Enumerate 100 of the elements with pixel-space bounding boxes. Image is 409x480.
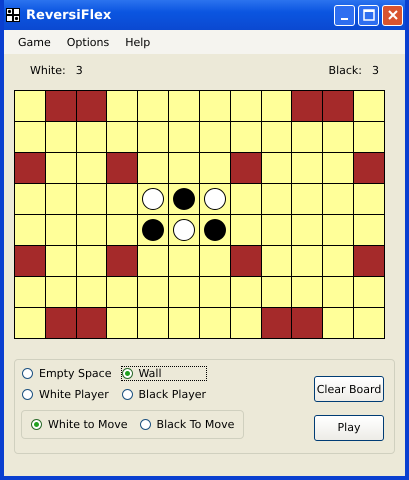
board-cell[interactable] bbox=[107, 246, 138, 276]
board-cell[interactable] bbox=[292, 308, 322, 338]
board-cell[interactable] bbox=[292, 122, 322, 152]
board-cell[interactable] bbox=[138, 184, 168, 214]
board-cell[interactable] bbox=[15, 153, 45, 183]
board-cell[interactable] bbox=[15, 246, 45, 276]
board-cell[interactable] bbox=[46, 246, 76, 276]
menu-item[interactable]: Options bbox=[60, 36, 116, 48]
board-cell[interactable] bbox=[107, 277, 138, 307]
board-cell[interactable] bbox=[354, 308, 384, 338]
board-cell[interactable] bbox=[76, 246, 106, 276]
board-cell[interactable] bbox=[323, 215, 354, 245]
board-cell[interactable] bbox=[200, 215, 230, 245]
board-cell[interactable] bbox=[292, 277, 322, 307]
board-cell[interactable] bbox=[230, 153, 261, 183]
board-cell[interactable] bbox=[138, 246, 168, 276]
board-cell[interactable] bbox=[46, 308, 76, 338]
board-cell[interactable] bbox=[15, 91, 45, 121]
board-cell[interactable] bbox=[15, 308, 45, 338]
board-cell[interactable] bbox=[230, 246, 261, 276]
board-cell[interactable] bbox=[292, 153, 322, 183]
board-cell[interactable] bbox=[200, 277, 230, 307]
board-cell[interactable] bbox=[262, 184, 292, 214]
board-cell[interactable] bbox=[15, 215, 45, 245]
board-cell[interactable] bbox=[200, 122, 230, 152]
menu-item[interactable]: Game bbox=[12, 36, 57, 48]
board-cell[interactable] bbox=[76, 308, 106, 338]
board-cell[interactable] bbox=[169, 246, 199, 276]
board-cell[interactable] bbox=[169, 122, 199, 152]
board-cell[interactable] bbox=[46, 277, 76, 307]
board-cell[interactable] bbox=[169, 91, 199, 121]
board-cell[interactable] bbox=[354, 122, 384, 152]
board-cell[interactable] bbox=[76, 184, 106, 214]
board-cell[interactable] bbox=[46, 91, 76, 121]
board-cell[interactable] bbox=[15, 184, 45, 214]
board-cell[interactable] bbox=[262, 215, 292, 245]
board-cell[interactable] bbox=[46, 122, 76, 152]
board-cell[interactable] bbox=[169, 184, 199, 214]
board-cell[interactable] bbox=[200, 246, 230, 276]
board-cell[interactable] bbox=[169, 153, 199, 183]
board-cell[interactable] bbox=[15, 122, 45, 152]
board-cell[interactable] bbox=[262, 308, 292, 338]
board-cell[interactable] bbox=[107, 184, 138, 214]
board-cell[interactable] bbox=[262, 277, 292, 307]
radio-option[interactable]: Wall bbox=[120, 366, 207, 381]
board-cell[interactable] bbox=[76, 277, 106, 307]
board-cell[interactable] bbox=[354, 153, 384, 183]
board-cell[interactable] bbox=[292, 246, 322, 276]
board-cell[interactable] bbox=[46, 184, 76, 214]
board-cell[interactable] bbox=[262, 246, 292, 276]
radio-option[interactable]: White Player bbox=[21, 387, 112, 402]
board-cell[interactable] bbox=[292, 91, 322, 121]
board-cell[interactable] bbox=[323, 91, 354, 121]
board-cell[interactable] bbox=[76, 91, 106, 121]
board-cell[interactable] bbox=[323, 246, 354, 276]
board-cell[interactable] bbox=[15, 277, 45, 307]
board-cell[interactable] bbox=[76, 215, 106, 245]
action-button[interactable]: Play bbox=[314, 414, 384, 441]
board-cell[interactable] bbox=[200, 91, 230, 121]
board-cell[interactable] bbox=[138, 277, 168, 307]
board-cell[interactable] bbox=[230, 91, 261, 121]
board-cell[interactable] bbox=[292, 184, 322, 214]
board-cell[interactable] bbox=[323, 122, 354, 152]
board-cell[interactable] bbox=[107, 153, 138, 183]
board-cell[interactable] bbox=[354, 277, 384, 307]
board-cell[interactable] bbox=[262, 153, 292, 183]
board-cell[interactable] bbox=[107, 308, 138, 338]
board-cell[interactable] bbox=[323, 153, 354, 183]
board-cell[interactable] bbox=[46, 153, 76, 183]
board-cell[interactable] bbox=[230, 184, 261, 214]
board-cell[interactable] bbox=[354, 184, 384, 214]
board-cell[interactable] bbox=[323, 277, 354, 307]
board-cell[interactable] bbox=[262, 91, 292, 121]
board-cell[interactable] bbox=[138, 308, 168, 338]
board-cell[interactable] bbox=[138, 153, 168, 183]
board-cell[interactable] bbox=[138, 91, 168, 121]
board-cell[interactable] bbox=[107, 91, 138, 121]
board-cell[interactable] bbox=[107, 122, 138, 152]
board-cell[interactable] bbox=[107, 215, 138, 245]
board-cell[interactable] bbox=[169, 277, 199, 307]
radio-option[interactable]: White to Move bbox=[30, 417, 129, 432]
board-cell[interactable] bbox=[230, 122, 261, 152]
maximize-button[interactable] bbox=[358, 4, 379, 26]
board-cell[interactable] bbox=[262, 122, 292, 152]
board-cell[interactable] bbox=[354, 91, 384, 121]
menu-item[interactable]: Help bbox=[119, 36, 156, 48]
board-cell[interactable] bbox=[230, 308, 261, 338]
board-cell[interactable] bbox=[76, 122, 106, 152]
minimize-button[interactable] bbox=[334, 4, 355, 26]
board-cell[interactable] bbox=[200, 184, 230, 214]
board-cell[interactable] bbox=[169, 215, 199, 245]
board-cell[interactable] bbox=[138, 122, 168, 152]
board-cell[interactable] bbox=[354, 246, 384, 276]
radio-option[interactable]: Black Player bbox=[120, 387, 207, 402]
board-cell[interactable] bbox=[138, 215, 168, 245]
board-cell[interactable] bbox=[323, 184, 354, 214]
board-cell[interactable] bbox=[200, 153, 230, 183]
game-board[interactable] bbox=[14, 90, 385, 339]
board-cell[interactable] bbox=[200, 308, 230, 338]
radio-option[interactable]: Empty Space bbox=[21, 366, 112, 381]
